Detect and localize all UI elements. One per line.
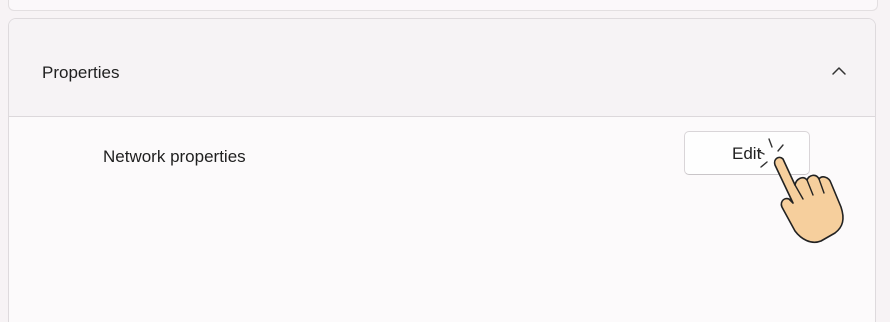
edit-button-label: Edit — [732, 144, 762, 163]
network-properties-label: Network properties — [103, 147, 246, 166]
edit-button[interactable]: Edit — [684, 131, 810, 175]
chevron-up-icon[interactable] — [829, 61, 849, 81]
properties-card: Properties Network properties Edit — [8, 18, 876, 322]
previous-section-bottom-edge — [8, 0, 878, 11]
properties-section-header[interactable]: Properties — [9, 19, 875, 117]
settings-page: Properties Network properties Edit — [0, 0, 890, 322]
section-title: Properties — [42, 63, 120, 82]
